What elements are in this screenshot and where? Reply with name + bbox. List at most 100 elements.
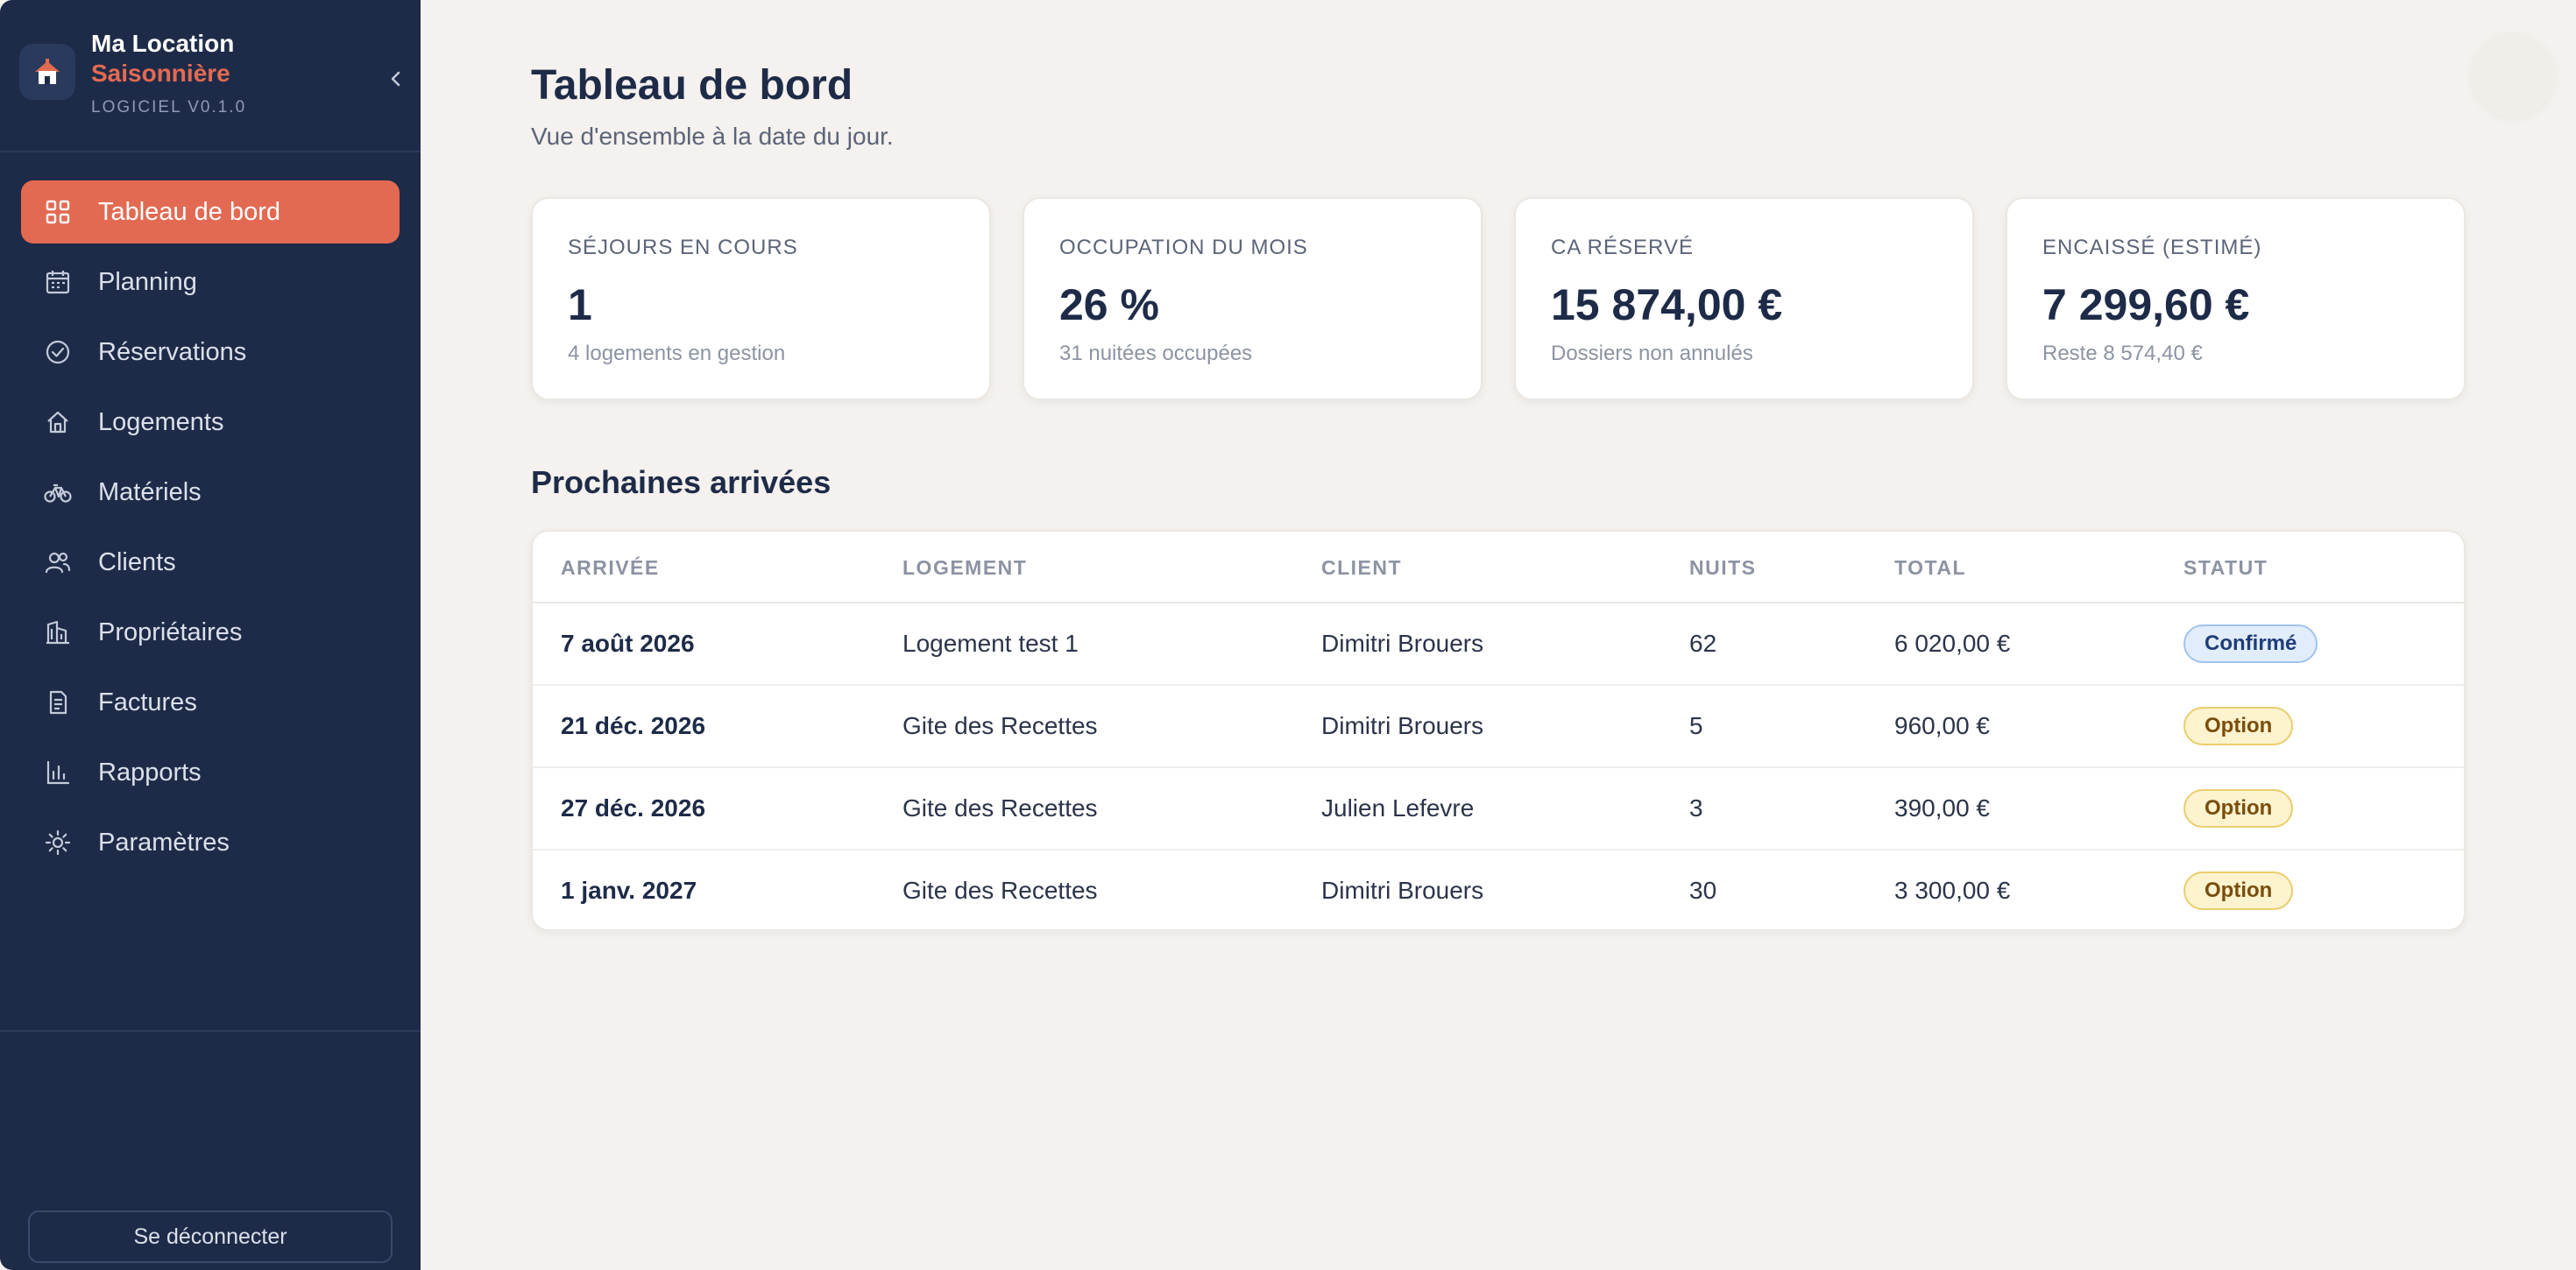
sidebar-divider	[0, 151, 421, 152]
app-window: Ma Location Saisonnière LOGICIEL V0.1.0 …	[0, 0, 2576, 1270]
house-icon	[44, 408, 72, 436]
chevron-left-icon	[391, 71, 400, 87]
brand-name-line1: Ma Location	[91, 30, 235, 57]
brand: Ma Location Saisonnière LOGICIEL V0.1.0	[19, 26, 405, 131]
stat-label: SÉJOURS EN COURS	[568, 236, 798, 259]
collapse-sidebar-button[interactable]	[379, 61, 414, 96]
bar-chart-icon	[44, 758, 72, 787]
dashboard-grid-icon	[44, 198, 72, 226]
cell-total: 390,00 €	[1894, 794, 1990, 822]
stat-sub: Reste 8 574,40 €	[2042, 342, 2203, 365]
sidebar: Ma Location Saisonnière LOGICIEL V0.1.0 …	[0, 0, 421, 1270]
table-row[interactable]: 21 déc. 2026 Gite des Recettes Dimitri B…	[533, 686, 2464, 768]
cell-logement: Gite des Recettes	[902, 877, 1098, 904]
sidebar-item-label: Paramètres	[98, 828, 230, 857]
sidebar-item-parametres[interactable]: Paramètres	[21, 811, 400, 874]
calendar-icon	[44, 268, 72, 296]
sidebar-item-logements[interactable]: Logements	[21, 391, 400, 454]
status-badge: Confirmé	[2183, 624, 2318, 663]
avatar[interactable]	[2471, 33, 2555, 117]
column-header-arrivee[interactable]: ARRIVÉE	[561, 556, 660, 580]
sidebar-item-label: Planning	[98, 267, 197, 296]
column-header-total[interactable]: TOTAL	[1894, 556, 1966, 580]
status-badge: Option	[2183, 707, 2294, 745]
stat-card-encaisse: ENCAISSÉ (ESTIMÉ) 7 299,60 € Reste 8 574…	[2006, 197, 2466, 400]
stat-value: 15 874,00 €	[1551, 280, 1783, 329]
cell-arrivee: 1 janv. 2027	[561, 877, 697, 904]
logout-button[interactable]: Se déconnecter	[28, 1210, 393, 1263]
status-badge: Option	[2183, 871, 2294, 910]
page-subtitle: Vue d'ensemble à la date du jour.	[531, 123, 894, 150]
stat-card-sejours: SÉJOURS EN COURS 1 4 logements en gestio…	[531, 197, 991, 400]
sidebar-item-label: Rapports	[98, 758, 202, 787]
column-header-nuits[interactable]: NUITS	[1689, 556, 1757, 580]
stat-value: 1	[568, 280, 592, 329]
sidebar-item-tableau-de-bord[interactable]: Tableau de bord	[21, 180, 400, 243]
cell-nuits: 30	[1689, 877, 1717, 904]
column-header-logement[interactable]: LOGEMENT	[902, 556, 1027, 580]
stat-cards: SÉJOURS EN COURS 1 4 logements en gestio…	[531, 197, 2466, 400]
table-row[interactable]: 1 janv. 2027 Gite des Recettes Dimitri B…	[533, 850, 2464, 929]
cell-client: Dimitri Brouers	[1321, 630, 1484, 657]
stat-label: CA RÉSERVÉ	[1551, 236, 1694, 259]
cell-client: Dimitri Brouers	[1321, 877, 1484, 904]
bicycle-icon	[44, 478, 72, 506]
cell-client: Julien Lefevre	[1321, 794, 1475, 822]
cell-nuits: 5	[1689, 712, 1703, 739]
status-badge: Option	[2183, 789, 2294, 828]
sidebar-item-rapports[interactable]: Rapports	[21, 741, 400, 804]
stat-label: ENCAISSÉ (ESTIMÉ)	[2042, 236, 2262, 259]
cell-total: 6 020,00 €	[1894, 630, 2011, 657]
stat-sub: Dossiers non annulés	[1551, 342, 1753, 365]
cell-nuits: 62	[1689, 630, 1717, 657]
cell-total: 960,00 €	[1894, 712, 1990, 739]
sidebar-item-materiels[interactable]: Matériels	[21, 461, 400, 524]
cell-nuits: 3	[1689, 794, 1703, 822]
house-logo-icon	[19, 44, 75, 100]
sidebar-item-label: Tableau de bord	[98, 197, 280, 226]
sidebar-nav: Tableau de bord Planning Réservations Lo…	[21, 180, 400, 881]
sidebar-item-label: Factures	[98, 688, 197, 716]
table-row[interactable]: 27 déc. 2026 Gite des Recettes Julien Le…	[533, 768, 2464, 850]
cell-arrivee: 27 déc. 2026	[561, 794, 706, 822]
sidebar-item-label: Propriétaires	[98, 617, 243, 646]
cell-logement: Logement test 1	[902, 630, 1079, 657]
cell-arrivee: 7 août 2026	[561, 630, 695, 657]
brand-name-line2: Saisonnière	[91, 60, 230, 87]
sidebar-item-label: Réservations	[98, 337, 247, 366]
arrivals-table: ARRIVÉE LOGEMENT CLIENT NUITS TOTAL STAT…	[531, 530, 2466, 931]
table-row[interactable]: 7 août 2026 Logement test 1 Dimitri Brou…	[533, 603, 2464, 686]
check-circle-icon	[44, 338, 72, 366]
cell-client: Dimitri Brouers	[1321, 712, 1484, 739]
sidebar-item-reservations[interactable]: Réservations	[21, 321, 400, 384]
stat-sub: 31 nuitées occupées	[1059, 342, 1253, 365]
page-title: Tableau de bord	[531, 62, 853, 109]
sidebar-item-proprietaires[interactable]: Propriétaires	[21, 601, 400, 664]
column-header-statut[interactable]: STATUT	[2183, 556, 2268, 580]
sidebar-item-factures[interactable]: Factures	[21, 671, 400, 734]
sidebar-item-label: Logements	[98, 407, 224, 436]
table-header: ARRIVÉE LOGEMENT CLIENT NUITS TOTAL STAT…	[533, 532, 2464, 603]
sidebar-item-planning[interactable]: Planning	[21, 250, 400, 314]
sidebar-item-clients[interactable]: Clients	[21, 531, 400, 594]
cell-logement: Gite des Recettes	[902, 712, 1098, 739]
stat-value: 7 299,60 €	[2042, 280, 2250, 329]
users-icon	[44, 548, 72, 576]
stat-sub: 4 logements en gestion	[568, 342, 786, 365]
sidebar-item-label: Matériels	[98, 477, 202, 506]
sun-settings-icon	[44, 829, 72, 857]
stat-value: 26 %	[1059, 280, 1159, 329]
cell-logement: Gite des Recettes	[902, 794, 1098, 822]
stat-card-occupation: OCCUPATION DU MOIS 26 % 31 nuitées occup…	[1023, 197, 1483, 400]
brand-version: LOGICIEL V0.1.0	[91, 98, 247, 116]
stat-card-ca-reserve: CA RÉSERVÉ 15 874,00 € Dossiers non annu…	[1514, 197, 1974, 400]
column-header-client[interactable]: CLIENT	[1321, 556, 1402, 580]
section-title-arrivals: Prochaines arrivées	[531, 464, 832, 500]
sidebar-divider	[0, 1030, 421, 1032]
stat-label: OCCUPATION DU MOIS	[1059, 236, 1308, 259]
document-icon	[44, 688, 72, 716]
cell-arrivee: 21 déc. 2026	[561, 712, 706, 739]
main-content: Tableau de bord Vue d'ensemble à la date…	[421, 0, 2576, 1270]
cell-total: 3 300,00 €	[1894, 877, 2011, 904]
building-icon	[44, 618, 72, 646]
